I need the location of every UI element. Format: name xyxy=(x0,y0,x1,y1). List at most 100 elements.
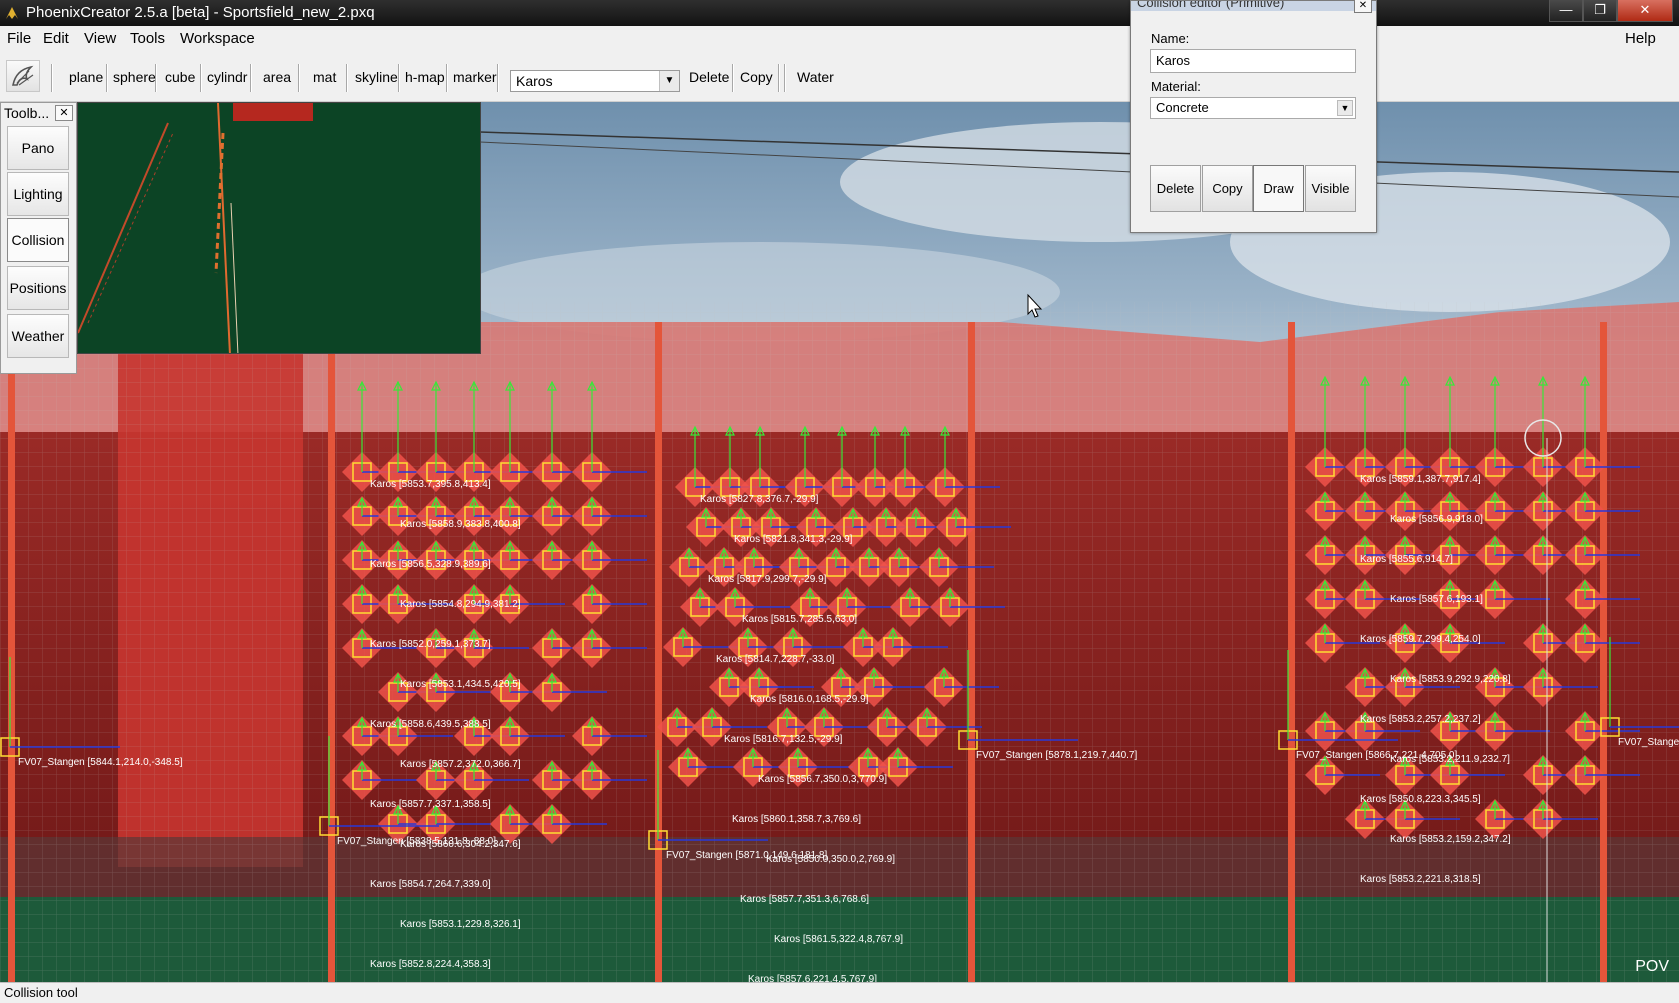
lighting-button[interactable]: Lighting xyxy=(7,172,69,216)
menu-tools[interactable]: Tools xyxy=(130,30,165,47)
primitive-label: Karos [5852.8,224.4,358.3] xyxy=(370,959,491,970)
cylinder-button[interactable]: cylindr xyxy=(207,69,247,85)
fence-pole xyxy=(1600,322,1607,982)
menu-bar: File Edit View Tools Workspace Help xyxy=(0,26,1679,52)
primitive-label: Karos [5853.2,221.8,318.5] xyxy=(1360,874,1481,885)
title-bar: PhoenixCreator 2.5.a [beta] - Sportsfiel… xyxy=(0,0,1679,26)
collision-button[interactable]: Collision xyxy=(7,218,69,262)
skyline-button[interactable]: skyline xyxy=(355,69,398,85)
primitive-label: Karos [5856.5,328.9,389.6] xyxy=(370,559,491,570)
toolbar-separator xyxy=(346,64,348,92)
material-select[interactable]: Concrete ▼ xyxy=(1150,97,1356,119)
fence-pole xyxy=(328,322,335,982)
toolbox-close-icon[interactable]: ✕ xyxy=(55,105,73,121)
collision-editor-title: Collision editor (Primitive) xyxy=(1131,1,1376,11)
cube-button[interactable]: cube xyxy=(165,69,195,85)
stangen-label: FV07_Stanger xyxy=(1618,737,1679,748)
toolbox-title: Toolb... xyxy=(4,105,50,121)
stangen-label: FV07_Stangen [5866.7,221.4,705.0] xyxy=(1296,750,1457,761)
primitive-label: Karos [5854.8,294.9,381.2] xyxy=(400,599,521,610)
menu-edit[interactable]: Edit xyxy=(43,30,69,47)
area-button[interactable]: area xyxy=(263,69,291,85)
primitive-label: Karos [5850.8,223.3,345.5] xyxy=(1360,794,1481,805)
phoenix-logo-icon[interactable] xyxy=(6,60,40,92)
primitive-label: Karos [5857.2,372.0,366.7] xyxy=(400,759,521,770)
primitive-label: Karos [5859.1,387.7,917.4] xyxy=(1360,474,1481,485)
sphere-button[interactable]: sphere xyxy=(113,69,156,85)
positions-button[interactable]: Positions xyxy=(7,266,69,310)
chevron-down-icon[interactable]: ▼ xyxy=(659,71,679,91)
menu-help[interactable]: Help xyxy=(1625,30,1656,47)
stangen-label: FV07_Stangen [5838.5,131.8,-88.0] xyxy=(337,836,496,847)
primitive-label: Karos [5814.7,228.7,-33.0] xyxy=(716,654,835,665)
phoenix-app-icon xyxy=(6,7,18,19)
object-select[interactable]: Karos ▼ xyxy=(510,70,680,92)
primitive-label: Karos [5852.0,259.1,373.7] xyxy=(370,639,491,650)
menu-view[interactable]: View xyxy=(84,30,116,47)
draw-button[interactable]: Draw xyxy=(1253,165,1304,212)
primitive-delete-button[interactable]: Delete xyxy=(1150,165,1201,212)
toolbar-separator xyxy=(200,64,202,92)
preview-window[interactable] xyxy=(77,102,481,354)
toolbar-separator xyxy=(51,64,53,92)
menu-file[interactable]: File xyxy=(7,30,31,47)
pov-label: POV xyxy=(1635,958,1669,975)
name-field[interactable]: Karos xyxy=(1150,49,1356,73)
weather-button[interactable]: Weather xyxy=(7,314,69,358)
primitive-label: Karos [5853.2,257.2,237.2] xyxy=(1360,714,1481,725)
toolbar: plane sphere cube cylindr area mat skyli… xyxy=(0,52,1679,102)
primitive-label: Karos [5816.0,168.5,-29.9] xyxy=(750,694,869,705)
primitive-label: Karos [5821.8,341.3,-29.9] xyxy=(734,534,853,545)
copy-button[interactable]: Copy xyxy=(740,69,773,85)
toolbar-separator xyxy=(298,64,300,92)
status-bar: Collision tool xyxy=(0,982,1679,1003)
fence-pole xyxy=(8,322,15,982)
primitive-label: Karos [5857.7,337.1,358.5] xyxy=(370,799,491,810)
primitive-label: Karos [5857.6,221.4,5,767.9] xyxy=(748,974,877,982)
minimize-button[interactable]: — xyxy=(1549,0,1583,22)
primitive-label: Karos [5857.6,193.1] xyxy=(1390,594,1483,605)
plane-button[interactable]: plane xyxy=(69,69,103,85)
menu-workspace[interactable]: Workspace xyxy=(180,30,255,47)
delete-button[interactable]: Delete xyxy=(689,69,729,85)
hmap-button[interactable]: h-map xyxy=(405,69,445,85)
primitive-label: Karos [5816.7,132.5,-29.9] xyxy=(724,734,843,745)
primitive-copy-button[interactable]: Copy xyxy=(1202,165,1253,212)
primitive-label: Karos [5857.7,351.3,6,768.6] xyxy=(740,894,869,905)
stangen-label: FV07_Stangen [5844.1,214.0,-348.5] xyxy=(18,757,183,768)
primitive-label: Karos [5856.7,350.0,3,770.9] xyxy=(758,774,887,785)
marker-button[interactable]: marker xyxy=(453,69,497,85)
water-button[interactable]: Water xyxy=(797,69,834,85)
primitive-label: Karos [5855.6,914.7] xyxy=(1360,554,1453,565)
primitive-label: Karos [5860.1,358.7,3,769.6] xyxy=(732,814,861,825)
toolbar-separator xyxy=(250,64,252,92)
collision-editor-close-icon[interactable]: ✕ xyxy=(1354,0,1372,13)
name-label: Name: xyxy=(1151,31,1190,46)
primitive-label: Karos [5858.9,383.8,400.8] xyxy=(400,519,521,530)
pano-button[interactable]: Pano xyxy=(7,126,69,170)
maximize-button[interactable]: ❐ xyxy=(1583,0,1617,22)
status-text: Collision tool xyxy=(4,985,78,1000)
close-button[interactable]: ✕ xyxy=(1617,0,1673,22)
toolbar-separator xyxy=(784,64,786,92)
primitive-label: Karos [5859.7,299.4,254.0] xyxy=(1360,634,1481,645)
fence-pole xyxy=(1288,322,1295,982)
object-select-value: Karos xyxy=(516,73,553,89)
toolbar-separator xyxy=(497,64,499,92)
primitive-label: Karos [5854.7,264.7,339.0] xyxy=(370,879,491,890)
primitive-label: Karos [5853.1,229.8,326.1] xyxy=(400,919,521,930)
fence-pole xyxy=(968,322,975,982)
toolbox-panel: Toolb... ✕ Pano Lighting Collision Posit… xyxy=(0,102,77,374)
fence-pole xyxy=(655,322,662,982)
toolbar-separator xyxy=(732,64,734,92)
visible-button[interactable]: Visible xyxy=(1305,165,1356,212)
primitive-label: Karos [5827.8,376.7,-29.9] xyxy=(700,494,819,505)
material-select-value: Concrete xyxy=(1156,100,1209,115)
mat-button[interactable]: mat xyxy=(313,69,336,85)
primitive-label: Karos [5815.7,285.5,63.0] xyxy=(742,614,857,625)
toolbar-separator xyxy=(106,64,108,92)
primitive-label: Karos [5858.6,439.5,388.5] xyxy=(370,719,491,730)
chevron-down-icon[interactable]: ▼ xyxy=(1337,100,1353,116)
window-title: PhoenixCreator 2.5.a [beta] - Sportsfiel… xyxy=(26,4,375,21)
collision-editor-dialog: Collision editor (Primitive) ✕ Name: Kar… xyxy=(1130,0,1377,233)
